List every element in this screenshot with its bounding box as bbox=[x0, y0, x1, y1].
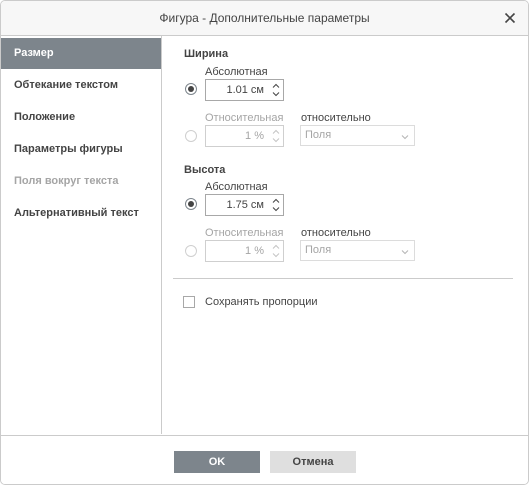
width-absolute-label: Абсолютная bbox=[205, 66, 268, 78]
width-relative-to-select: Поля bbox=[300, 125, 415, 146]
height-relative-decrement-icon bbox=[270, 251, 282, 260]
height-relative-to-select: Поля bbox=[300, 240, 415, 261]
height-absolute-radio[interactable] bbox=[185, 198, 197, 210]
width-relative-to-value: Поля bbox=[305, 129, 332, 141]
height-decrement-icon[interactable] bbox=[270, 205, 282, 214]
chevron-down-icon bbox=[401, 132, 409, 140]
chevron-down-icon bbox=[401, 247, 409, 255]
sidebar-item-shape-settings[interactable]: Параметры фигуры bbox=[1, 134, 161, 165]
sidebar-item-alt-text[interactable]: Альтернативный текст bbox=[1, 198, 161, 229]
width-relative-increment-icon bbox=[270, 127, 282, 136]
dialog-footer: OK Отмена bbox=[1, 435, 528, 484]
height-absolute-spinner bbox=[205, 194, 284, 216]
section-divider bbox=[173, 278, 513, 279]
height-relative-radio bbox=[185, 245, 197, 257]
width-absolute-radio[interactable] bbox=[185, 83, 197, 95]
height-relative-input bbox=[206, 241, 268, 261]
sidebar-item-size[interactable]: Размер bbox=[1, 38, 161, 69]
width-absolute-spinner bbox=[205, 79, 284, 101]
close-icon[interactable] bbox=[502, 10, 518, 26]
height-relative-to-label: относительно bbox=[301, 227, 371, 239]
height-increment-icon[interactable] bbox=[270, 196, 282, 205]
keep-proportions-checkbox[interactable] bbox=[183, 296, 195, 308]
width-decrement-icon[interactable] bbox=[270, 90, 282, 99]
width-relative-to-label: относительно bbox=[301, 112, 371, 124]
height-relative-label: Относительная bbox=[205, 227, 284, 239]
height-relative-spinner bbox=[205, 240, 284, 262]
ok-button[interactable]: OK bbox=[174, 451, 260, 473]
height-heading: Высота bbox=[184, 164, 226, 176]
height-relative-increment-icon bbox=[270, 242, 282, 251]
cancel-button[interactable]: Отмена bbox=[270, 451, 356, 473]
dialog-titlebar: Фигура - Дополнительные параметры bbox=[1, 1, 528, 36]
keep-proportions-label[interactable]: Сохранять пропорции bbox=[205, 296, 318, 308]
width-heading: Ширина bbox=[184, 48, 229, 60]
width-relative-decrement-icon bbox=[270, 136, 282, 145]
sidebar-item-text-padding: Поля вокруг текста bbox=[14, 175, 119, 187]
settings-sidebar: Размер Обтекание текстом Положение Парам… bbox=[1, 36, 162, 434]
sidebar-item-text-wrapping[interactable]: Обтекание текстом bbox=[1, 70, 161, 101]
height-relative-to-value: Поля bbox=[305, 244, 332, 256]
dialog-title: Фигура - Дополнительные параметры bbox=[159, 11, 370, 25]
width-relative-spinner bbox=[205, 125, 284, 147]
width-increment-icon[interactable] bbox=[270, 81, 282, 90]
shape-settings-dialog: Фигура - Дополнительные параметры Размер… bbox=[0, 0, 529, 485]
width-absolute-input[interactable] bbox=[206, 80, 268, 100]
sidebar-item-position[interactable]: Положение bbox=[1, 102, 161, 133]
height-absolute-label: Абсолютная bbox=[205, 181, 268, 193]
height-absolute-input[interactable] bbox=[206, 195, 268, 215]
width-relative-label: Относительная bbox=[205, 112, 284, 124]
width-relative-input bbox=[206, 126, 268, 146]
width-relative-radio bbox=[185, 130, 197, 142]
